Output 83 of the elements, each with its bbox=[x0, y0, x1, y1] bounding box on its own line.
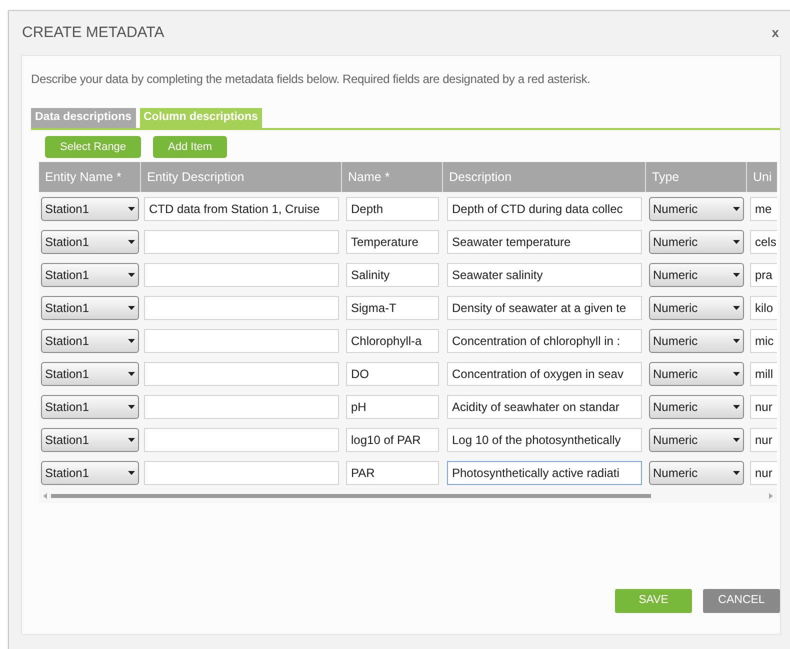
dropdown[interactable]: Numeric bbox=[649, 230, 744, 254]
dropdown[interactable]: Numeric bbox=[649, 460, 744, 484]
dropdown[interactable]: Station1 bbox=[41, 230, 139, 254]
caret-icon bbox=[128, 438, 135, 442]
caret-icon bbox=[733, 438, 740, 442]
text-field[interactable]: Photosynthetically active radiati bbox=[447, 460, 642, 484]
text-field[interactable] bbox=[144, 428, 339, 452]
dropdown[interactable]: Numeric bbox=[649, 394, 744, 418]
text-field[interactable]: Sigma-T bbox=[346, 296, 439, 320]
dropdown[interactable]: Numeric bbox=[649, 196, 744, 220]
text-field[interactable] bbox=[144, 230, 339, 254]
text-field[interactable]: Depth bbox=[346, 196, 439, 220]
text-field[interactable]: Chlorophyll-a bbox=[346, 328, 439, 352]
text-field[interactable] bbox=[144, 262, 339, 286]
caret-icon bbox=[128, 338, 135, 342]
dropdown[interactable]: Station1 bbox=[41, 328, 139, 352]
dropdown[interactable]: Numeric bbox=[649, 296, 744, 320]
text-field[interactable]: Salinity bbox=[346, 262, 439, 286]
text-field[interactable]: Concentration of oxygen in seav bbox=[447, 362, 642, 386]
caret-icon bbox=[128, 306, 135, 310]
caret-icon bbox=[733, 306, 740, 310]
dropdown[interactable]: Station1 bbox=[41, 460, 139, 484]
caret-icon bbox=[128, 272, 135, 276]
column-header: Uni bbox=[747, 162, 777, 192]
text-field[interactable] bbox=[144, 362, 339, 386]
column-header: Description bbox=[443, 162, 646, 192]
text-field[interactable]: Seawater temperature bbox=[447, 230, 642, 254]
text-field[interactable]: Temperature bbox=[346, 230, 439, 254]
caret-icon bbox=[128, 470, 135, 474]
text-field[interactable]: log10 of PAR bbox=[346, 428, 439, 452]
text-field[interactable]: nur bbox=[750, 460, 777, 484]
text-field[interactable]: nur bbox=[750, 428, 777, 452]
caret-icon bbox=[733, 240, 740, 244]
caret-icon bbox=[733, 372, 740, 376]
scroll-right-icon[interactable] bbox=[769, 493, 773, 499]
column-header: Entity Description bbox=[141, 162, 342, 192]
column-header: Entity Name * bbox=[39, 162, 141, 192]
column-header: Name * bbox=[342, 162, 443, 192]
text-field[interactable]: Concentration of chlorophyll in : bbox=[447, 328, 642, 352]
text-field[interactable]: Log 10 of the photosynthetically bbox=[447, 428, 642, 452]
text-field[interactable] bbox=[144, 296, 339, 320]
text-field[interactable]: kilo bbox=[750, 296, 777, 320]
text-field[interactable]: Seawater salinity bbox=[447, 262, 642, 286]
text-field[interactable]: pra bbox=[750, 262, 777, 286]
scroll-left-icon[interactable] bbox=[43, 493, 47, 499]
dropdown[interactable]: Station1 bbox=[41, 428, 139, 452]
dropdown[interactable]: Station1 bbox=[41, 196, 139, 220]
text-field[interactable]: Acidity of seawhater on standar bbox=[447, 394, 642, 418]
dropdown[interactable]: Numeric bbox=[649, 262, 744, 286]
caret-icon bbox=[128, 240, 135, 244]
dropdown[interactable]: Numeric bbox=[649, 328, 744, 352]
text-field[interactable]: CTD data from Station 1, Cruise bbox=[144, 196, 339, 220]
caret-icon bbox=[128, 206, 135, 210]
caret-icon bbox=[733, 404, 740, 408]
intro-text: Describe your data by completing the metadata fields below. Required fields are designated by a red asterisk. bbox=[31, 71, 592, 88]
text-field[interactable] bbox=[144, 328, 339, 352]
caret-icon bbox=[733, 206, 740, 210]
text-field[interactable]: me bbox=[750, 196, 777, 220]
column-header: Type bbox=[646, 162, 747, 192]
caret-icon bbox=[733, 470, 740, 474]
caret-icon bbox=[733, 338, 740, 342]
close-button[interactable]: x bbox=[772, 23, 779, 43]
text-field[interactable]: mic bbox=[750, 328, 777, 352]
text-field[interactable]: Depth of CTD during data collec bbox=[447, 196, 642, 220]
dropdown[interactable]: Station1 bbox=[41, 362, 139, 386]
text-field[interactable]: nur bbox=[750, 394, 777, 418]
text-field[interactable]: Density of seawater at a given te bbox=[447, 296, 642, 320]
dropdown[interactable]: Station1 bbox=[41, 262, 139, 286]
caret-icon bbox=[128, 404, 135, 408]
dropdown[interactable]: Numeric bbox=[649, 428, 744, 452]
text-field[interactable]: DO bbox=[346, 362, 439, 386]
text-field[interactable] bbox=[144, 394, 339, 418]
text-field[interactable]: cels bbox=[750, 230, 777, 254]
text-field[interactable]: mill bbox=[750, 362, 777, 386]
text-field[interactable]: PAR bbox=[346, 460, 439, 484]
dropdown[interactable]: Numeric bbox=[649, 362, 744, 386]
caret-icon bbox=[128, 372, 135, 376]
text-field[interactable] bbox=[144, 460, 339, 484]
text-field[interactable]: pH bbox=[346, 394, 439, 418]
caret-icon bbox=[733, 272, 740, 276]
dialog-title: CREATE METADATA bbox=[22, 22, 164, 43]
dropdown[interactable]: Station1 bbox=[41, 394, 139, 418]
dropdown[interactable]: Station1 bbox=[41, 296, 139, 320]
